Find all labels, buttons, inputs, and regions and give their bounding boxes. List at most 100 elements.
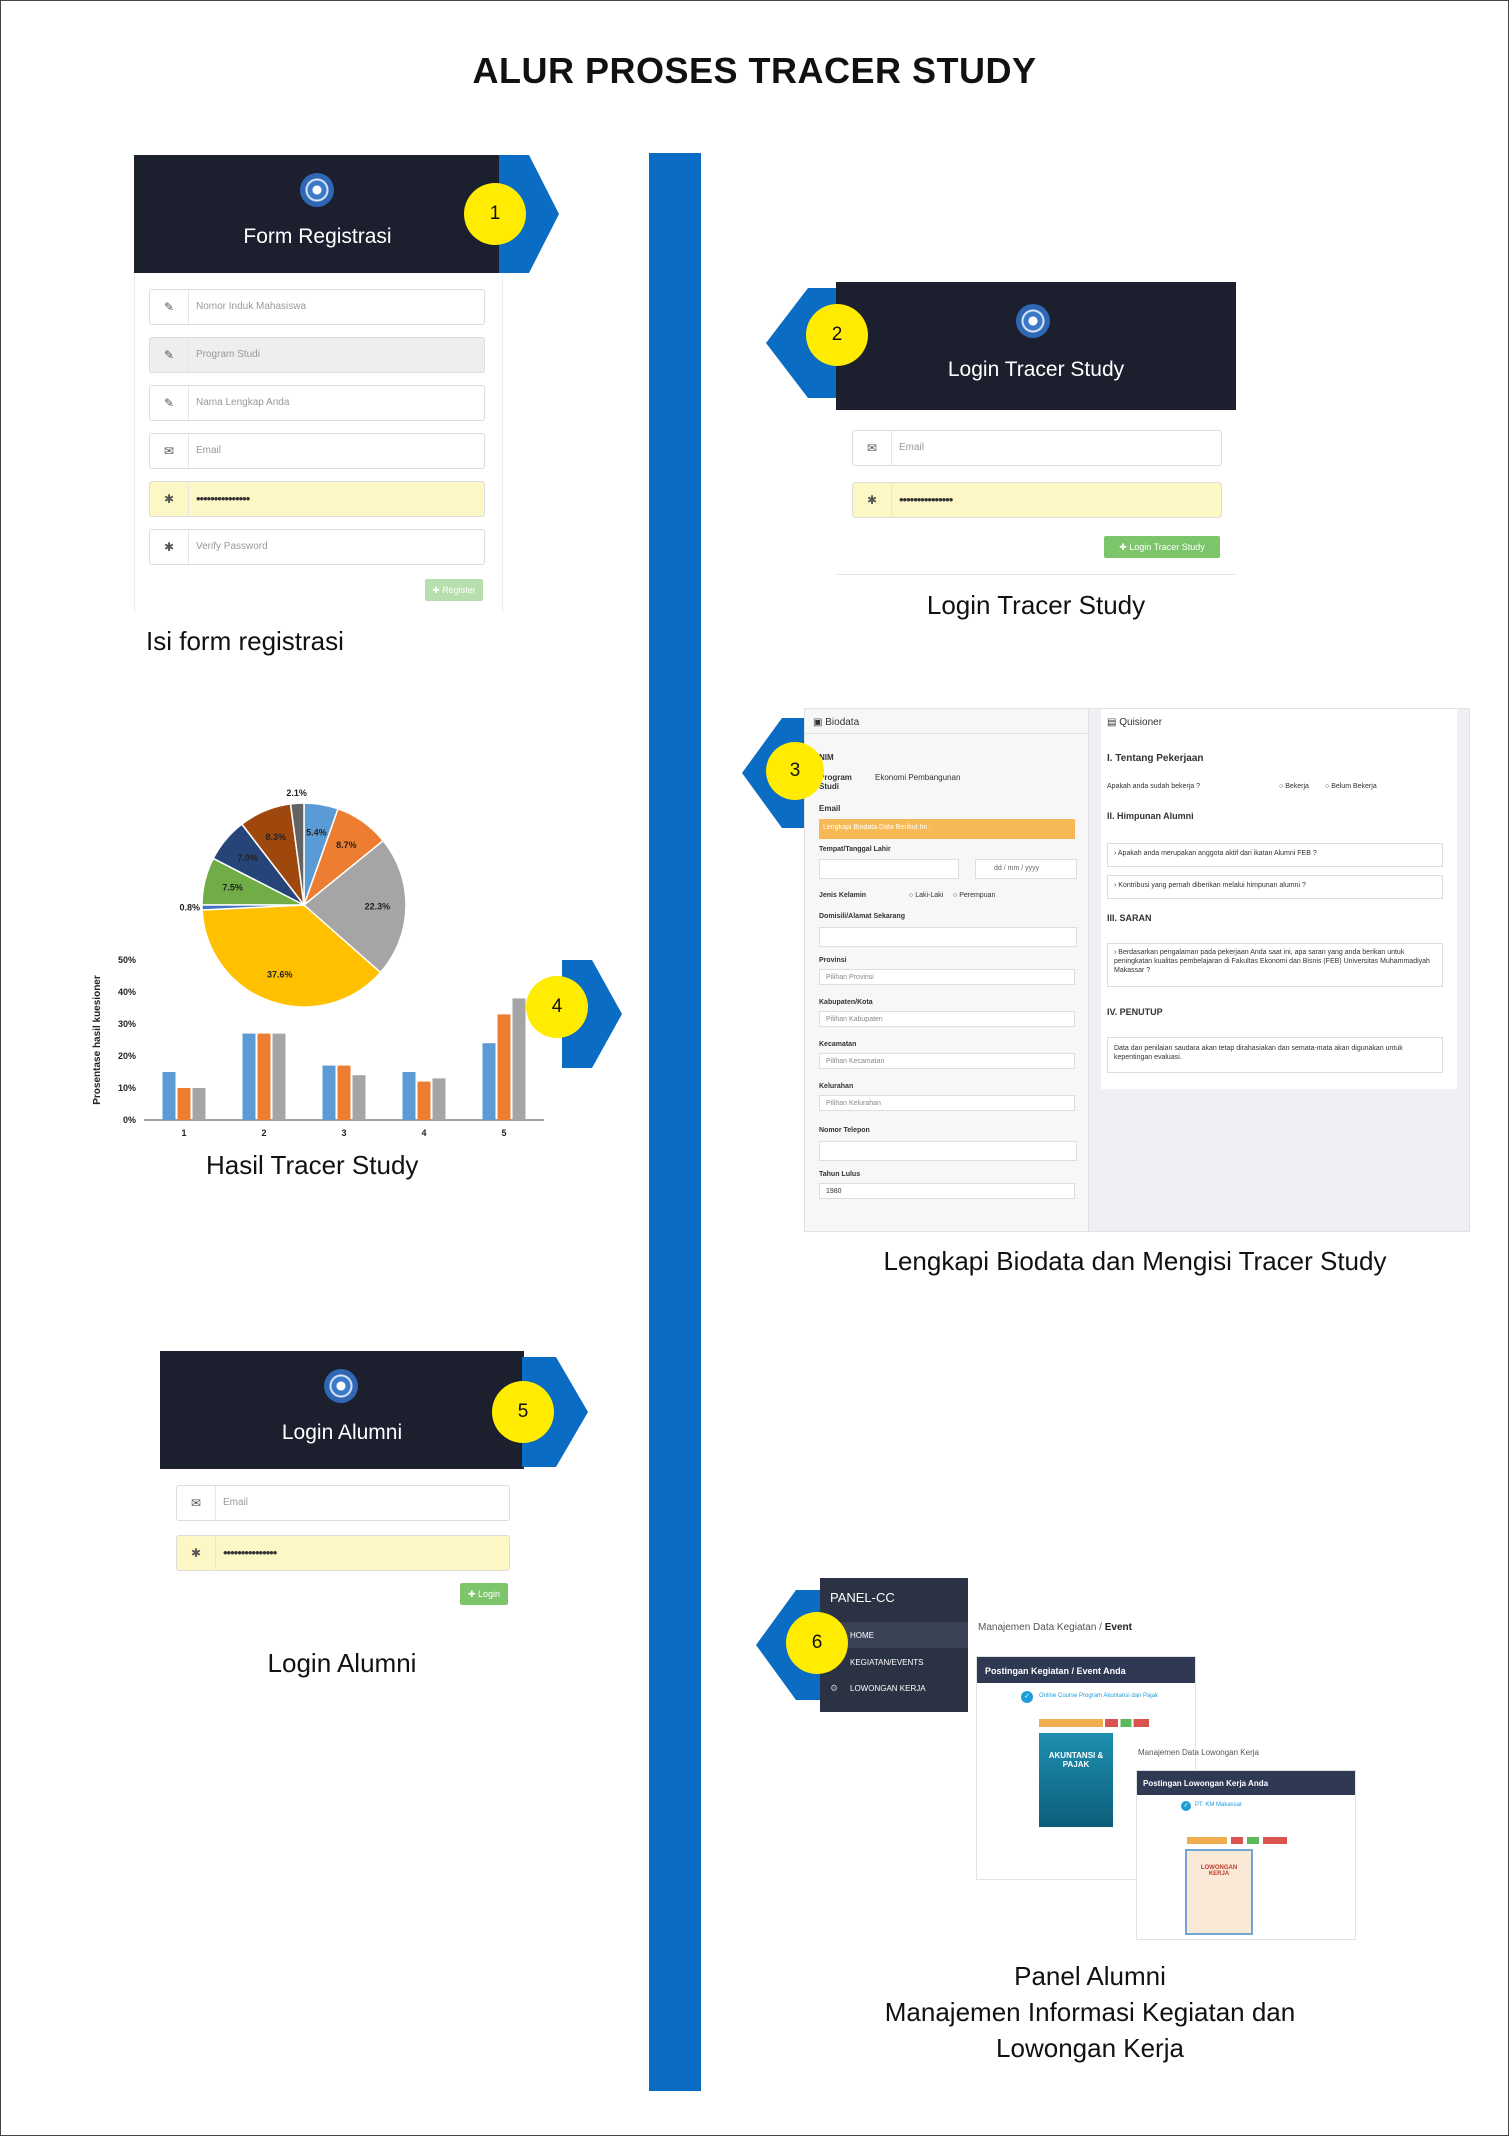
- step-1-form-registrasi: Form Registrasi 1 ✎ Nomor Induk Mahasiswa…: [134, 155, 559, 615]
- email-field[interactable]: ✉ Email: [149, 433, 485, 469]
- step-3-biodata-quisioner: ▣ Biodata NIM Program Studi Ekonomi Pemb…: [742, 708, 1470, 1233]
- event-title[interactable]: Online Course Program Akuntansi dan Paja…: [1039, 1693, 1158, 1699]
- step-4-number-badge: 4: [526, 976, 588, 1038]
- nim-field[interactable]: ✎ Nomor Induk Mahasiswa: [149, 289, 485, 325]
- nama-lengkap-field[interactable]: ✎ Nama Lengkap Anda: [149, 385, 485, 421]
- asterisk-icon: ✱: [177, 1536, 216, 1570]
- ttl-label: Tempat/Tanggal Lahir: [819, 846, 891, 853]
- check-icon: ✓: [1021, 1691, 1033, 1703]
- login-alumni-email-field[interactable]: ✉ Email: [176, 1485, 510, 1521]
- bar: [512, 998, 526, 1120]
- bar: [497, 1014, 511, 1120]
- divider: [836, 574, 1236, 575]
- register-button[interactable]: ✚ Register: [425, 579, 483, 601]
- quisioner-card: [1101, 709, 1457, 1089]
- step-2-login-tracer: Login Tracer Study 2 ✉ Email ✱ •••••••••••…: [766, 282, 1236, 582]
- login-alumni-password-field[interactable]: ✱ •••••••••••••••: [176, 1535, 510, 1571]
- biodata-banner: Lengkapi Biodata Data Berikut Ini :: [819, 819, 1075, 839]
- domisili-input[interactable]: [819, 927, 1077, 947]
- page-title: ALUR PROSES TRACER STUDY: [472, 50, 1037, 91]
- tahun-lulus-select[interactable]: 1980: [819, 1183, 1075, 1199]
- kabupaten-select[interactable]: Pilihan Kabupaten: [819, 1011, 1075, 1027]
- belum-bekerja-radio[interactable]: ○ Belum Bekerja: [1325, 783, 1377, 790]
- pie-data-label: 2.1%: [286, 788, 307, 798]
- edit-icon: ✎: [150, 290, 189, 324]
- login-tracer-button[interactable]: ✚ Login Tracer Study: [1104, 536, 1220, 558]
- bar: [177, 1088, 191, 1120]
- kabupaten-label: Kabupaten/Kota: [819, 999, 873, 1006]
- step-1-caption: Isi form registrasi: [146, 626, 344, 656]
- kecamatan-select[interactable]: Pilihan Kecamatan: [819, 1053, 1075, 1069]
- y-tick-label: 40%: [118, 987, 136, 997]
- event-action-buttons[interactable]: [1039, 1719, 1149, 1727]
- login-alumni-header-title: Login Alumni: [281, 1421, 403, 1444]
- step-4-caption: Hasil Tracer Study: [206, 1150, 419, 1180]
- event-poster[interactable]: AKUNTANSI & PAJAK: [1039, 1733, 1113, 1827]
- password-field[interactable]: ✱ •••••••••••••••: [149, 481, 485, 517]
- jk-label: Jenis Kelamin: [819, 892, 867, 899]
- tanggal-lahir-input[interactable]: dd / mm / yyyy: [975, 859, 1077, 879]
- pie-data-label: 8.7%: [336, 840, 357, 850]
- bar: [337, 1065, 351, 1120]
- verify-password-field[interactable]: ✱ Verify Password: [149, 529, 485, 565]
- tempat-lahir-input[interactable]: [819, 859, 959, 879]
- telepon-label: Nomor Telepon: [819, 1127, 870, 1134]
- login-alumni-button[interactable]: ✚ Login: [460, 1583, 508, 1605]
- sidebar-item-lowongan[interactable]: ⚙ LOWONGAN KERJA: [820, 1676, 968, 1700]
- program-studi-field[interactable]: ✎ Program Studi: [149, 337, 485, 373]
- bar: [257, 1033, 271, 1120]
- login-alumni-header: Login Alumni: [160, 1351, 524, 1469]
- step-6-caption-line-2: Manajemen Informasi Kegiatan dan: [884, 1997, 1296, 2027]
- x-tick-label: 3: [341, 1128, 346, 1138]
- lowongan-card: Postingan Lowongan Kerja Anda ✓ PT. KM M…: [1136, 1770, 1356, 1940]
- asterisk-icon: ✱: [150, 482, 189, 516]
- bekerja-radio[interactable]: ○ Bekerja: [1279, 783, 1309, 790]
- quisioner-panel: ▤ Quisioner I. Tentang Pekerjaan Apakah …: [1088, 708, 1470, 1232]
- step-1-number-badge: 1: [464, 183, 526, 245]
- biodata-panel: ▣ Biodata NIM Program Studi Ekonomi Pemb…: [804, 708, 1136, 1232]
- job-poster[interactable]: LOWONGAN KERJA: [1185, 1849, 1253, 1935]
- perempuan-radio[interactable]: ○ Perempuan: [953, 892, 995, 899]
- x-tick-label: 2: [261, 1128, 266, 1138]
- bar: [162, 1072, 176, 1120]
- divider: [805, 733, 1135, 734]
- breadcrumb-kegiatan: Manajemen Data Kegiatan / Event: [978, 1622, 1132, 1633]
- pie-data-label: 0.8%: [180, 903, 201, 913]
- provinsi-select[interactable]: Pilihan Provinsi: [819, 969, 1075, 985]
- job-company[interactable]: PT. KM Makassar: [1195, 1802, 1242, 1808]
- x-tick-label: 1: [181, 1128, 186, 1138]
- quisioner-tab: ▤ Quisioner: [1107, 717, 1163, 728]
- q-bekerja: Apakah anda sudah bekerja ?: [1107, 783, 1201, 790]
- gear-icon: ⚙: [830, 1683, 839, 1693]
- y-tick-label: 10%: [118, 1083, 136, 1093]
- bar: [352, 1075, 366, 1120]
- pie-data-label: 5.4%: [306, 828, 327, 838]
- y-tick-label: 30%: [118, 1019, 136, 1029]
- q-saran[interactable]: › Berdasarkan pengalaman pada pekerjaan …: [1107, 943, 1443, 987]
- login-tracer-email-field[interactable]: ✉ Email: [852, 430, 1222, 466]
- bar: [242, 1033, 256, 1120]
- timeline-spine: [649, 153, 701, 2091]
- tahun-lulus-label: Tahun Lulus: [819, 1171, 861, 1178]
- step-6-number-badge: 6: [786, 1612, 848, 1674]
- breadcrumb-lowongan: Manajemen Data Lowongan Kerja: [1138, 1748, 1259, 1757]
- job-action-buttons[interactable]: [1187, 1837, 1287, 1844]
- section-saran: III. SARAN: [1107, 913, 1152, 923]
- envelope-icon: ✉: [177, 1486, 216, 1520]
- telepon-input[interactable]: [819, 1141, 1077, 1161]
- step-5-caption: Login Alumni: [267, 1648, 417, 1678]
- kelurahan-select[interactable]: Pilihan Kelurahan: [819, 1095, 1075, 1111]
- step-3-caption: Lengkapi Biodata dan Mengisi Tracer Stud…: [883, 1246, 1387, 1276]
- kegiatan-card-header: Postingan Kegiatan / Event Anda: [977, 1657, 1195, 1683]
- y-tick-label: 20%: [118, 1051, 136, 1061]
- bar: [272, 1033, 286, 1120]
- pie-data-label: 37.6%: [267, 969, 293, 979]
- asterisk-icon: ✱: [150, 530, 189, 564]
- q-anggota[interactable]: › Apakah anda merupakan anggota aktif da…: [1107, 843, 1443, 867]
- brand-logo: PANEL-CC: [830, 1590, 895, 1605]
- q-kontribusi[interactable]: › Kontribusi yang pernah diberikan melal…: [1107, 875, 1443, 899]
- asterisk-icon: ✱: [853, 483, 892, 517]
- login-tracer-password-field[interactable]: ✱ •••••••••••••••: [852, 482, 1222, 518]
- laki-radio[interactable]: ○ Laki-Laki: [909, 892, 943, 899]
- step-2-caption: Login Tracer Study: [926, 590, 1146, 620]
